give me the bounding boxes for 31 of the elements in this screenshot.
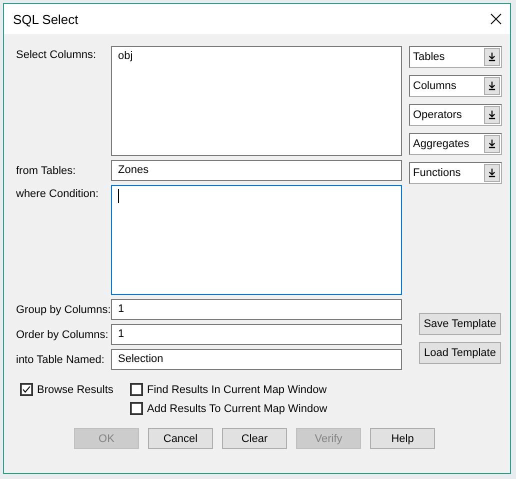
dropdown-button[interactable]: Aggregates [409, 133, 502, 155]
close-icon[interactable] [490, 13, 502, 25]
template-button[interactable]: Load Template [419, 342, 501, 364]
text-area[interactable]: obj [111, 46, 402, 156]
dropdown-button[interactable]: Functions [409, 162, 502, 184]
field-label: from Tables: [16, 164, 77, 176]
field-label: where Condition: [16, 187, 100, 200]
input-field[interactable]: Selection [111, 349, 402, 370]
checkbox[interactable] [20, 383, 33, 396]
dropdown-button[interactable]: Operators [409, 104, 502, 126]
checkbox-option[interactable]: Add Results To Current Map Window [130, 402, 510, 415]
input-field[interactable]: 1 [111, 299, 402, 320]
text-area[interactable] [111, 185, 402, 295]
dropdown-button[interactable]: Columns [409, 75, 502, 97]
field-label: Select Columns: [16, 48, 98, 61]
input-field[interactable]: 1 [111, 324, 402, 345]
field-label: Order by Columns: [16, 328, 110, 340]
dropdown-button[interactable]: Tables [409, 46, 502, 68]
field-label: into Table Named: [16, 354, 106, 366]
dialog-button[interactable]: Clear [222, 428, 287, 449]
checkbox[interactable] [130, 402, 143, 415]
dialog-button[interactable]: Help [370, 428, 435, 449]
window-title: SQL Select [13, 12, 78, 26]
template-button[interactable]: Save Template [419, 313, 501, 335]
text-cursor [118, 189, 119, 203]
checkbox[interactable] [130, 383, 143, 396]
dialog-button[interactable]: Cancel [148, 428, 213, 449]
input-field[interactable]: Zones [111, 160, 402, 181]
field-label: Group by Columns: [16, 304, 111, 316]
checkbox-option[interactable]: Find Results In Current Map Window [130, 383, 510, 396]
checkbox-option[interactable]: Browse Results [20, 383, 130, 396]
